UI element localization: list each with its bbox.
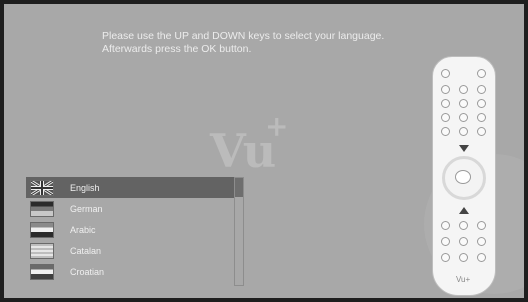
up-arrow-indicator-icon — [459, 207, 469, 214]
language-item-english[interactable]: English — [26, 177, 234, 198]
instruction-line-1: Please use the UP and DOWN keys to selec… — [102, 30, 385, 42]
de-flag-icon — [30, 200, 54, 217]
remote-button-icon — [477, 85, 486, 94]
number-8-icon — [459, 127, 468, 136]
instructions: Please use the UP and DOWN keys to selec… — [102, 30, 422, 56]
language-label: Arabic — [70, 224, 96, 235]
number-4-icon — [441, 113, 450, 122]
remote-button-icon — [441, 237, 450, 246]
remote-button-icon — [477, 237, 486, 246]
number-7-icon — [441, 127, 450, 136]
language-item-arabic[interactable]: Arabic — [26, 219, 234, 240]
vu-logo-watermark: Vu + — [210, 110, 288, 178]
remote-button-icon — [459, 221, 468, 230]
uk-flag-icon — [30, 179, 54, 196]
remote-brand-logo: Vu+ — [456, 275, 471, 284]
hr-flag-icon — [30, 263, 54, 280]
language-wizard-screen: Please use the UP and DOWN keys to selec… — [4, 4, 524, 298]
language-item-catalan[interactable]: Catalan — [26, 240, 234, 261]
number-5-icon — [459, 113, 468, 122]
remote-button-icon — [459, 237, 468, 246]
language-label: Catalan — [70, 245, 102, 256]
power-button-icon — [441, 69, 450, 78]
number-1-icon — [441, 99, 450, 108]
remote-control-image: Vu+ — [432, 56, 496, 296]
remote-button-icon — [441, 253, 450, 262]
language-list-scrollbar[interactable] — [234, 177, 244, 286]
remote-button-icon — [459, 85, 468, 94]
down-arrow-indicator-icon — [459, 145, 469, 152]
watermark-plus: + — [265, 110, 289, 143]
ca-flag-icon — [30, 242, 54, 259]
language-label: German — [70, 203, 103, 214]
remote-button-icon — [459, 253, 468, 262]
language-item-croatian[interactable]: Croatian — [26, 261, 234, 282]
instruction-line-2: Afterwards press the OK button. — [102, 43, 252, 55]
remote-button-icon — [477, 69, 486, 78]
number-2-icon — [459, 99, 468, 108]
scrollbar-thumb[interactable] — [235, 178, 243, 197]
number-6-icon — [477, 113, 486, 122]
ar-flag-icon — [30, 221, 54, 238]
language-label: Croatian — [70, 266, 105, 277]
language-list[interactable]: English German Arabic Catalan Croatian — [26, 177, 234, 282]
remote-button-icon — [441, 85, 450, 94]
ok-button-icon — [455, 170, 471, 184]
remote-button-icon — [441, 221, 450, 230]
language-item-german[interactable]: German — [26, 198, 234, 219]
number-3-icon — [477, 99, 486, 108]
number-9-icon — [477, 127, 486, 136]
remote-button-icon — [477, 221, 486, 230]
remote-button-icon — [477, 253, 486, 262]
language-label: English — [70, 182, 100, 193]
